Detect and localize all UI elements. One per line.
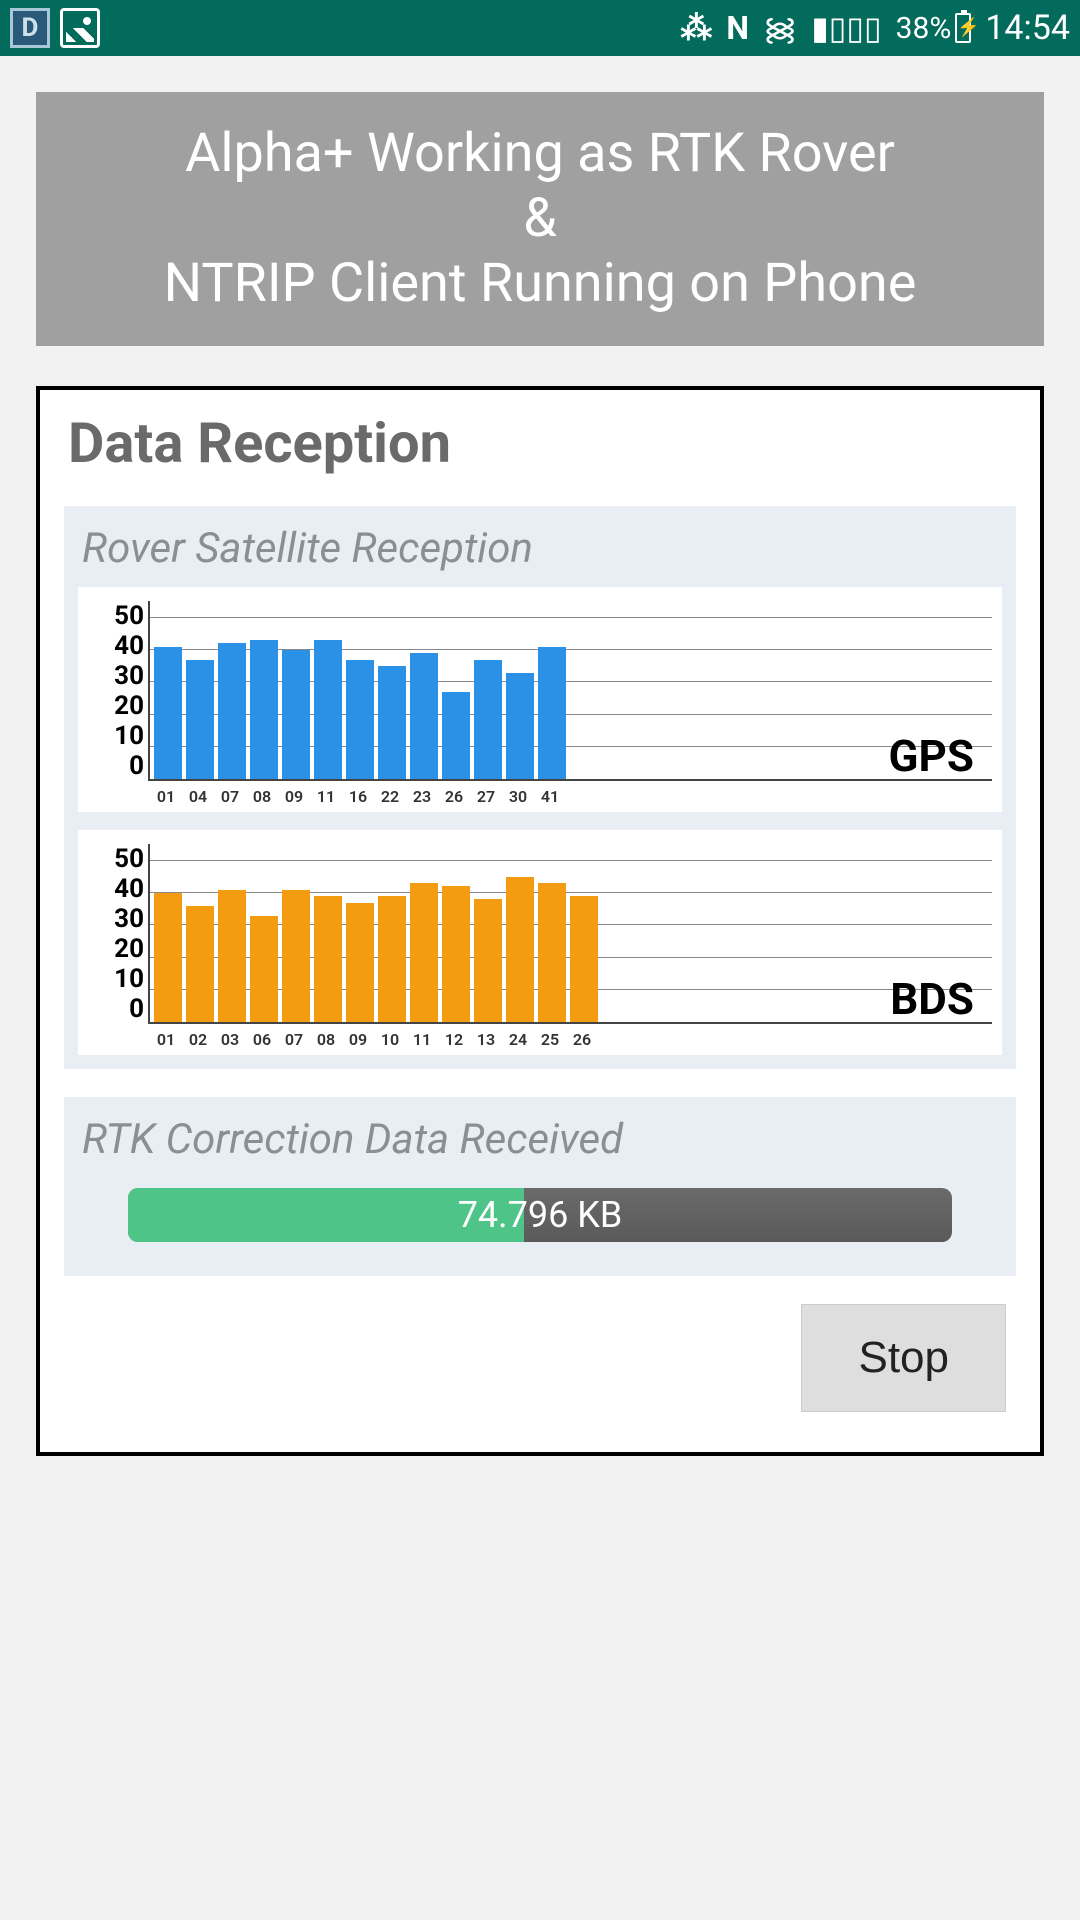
y-tick: 0 [129,994,144,1024]
bar [186,906,214,1023]
bds-chart: 50403020100 0102030607080910111213242526… [78,830,1002,1055]
app-d-icon: D [10,8,50,48]
bar [474,660,502,780]
bar [506,673,534,780]
x-tick: 27 [472,787,500,806]
x-tick: 03 [216,1030,244,1049]
bar [186,660,214,780]
y-tick: 30 [114,661,144,691]
bar [218,643,246,779]
rtk-correction-card: RTK Correction Data Received 74.796 KB [64,1097,1016,1276]
x-tick: 16 [344,787,372,806]
x-tick: 02 [184,1030,212,1049]
x-tick: 22 [376,787,404,806]
title-line-1: Alpha+ Working as RTK Rover [56,122,1024,187]
bar [378,896,406,1022]
y-tick: 50 [114,601,144,631]
bar [442,692,470,779]
bar [314,640,342,779]
bar [410,653,438,779]
bar [154,893,182,1022]
rtk-section-title: RTK Correction Data Received [78,1115,1002,1164]
y-tick: 20 [114,934,144,964]
bar [346,660,374,780]
x-tick: 06 [248,1030,276,1049]
x-tick: 07 [280,1030,308,1049]
x-tick: 10 [376,1030,404,1049]
x-tick: 24 [504,1030,532,1049]
battery-icon [955,13,971,43]
x-tick: 07 [216,787,244,806]
gps-series-label: GPS [889,730,974,782]
title-line-3: NTRIP Client Running on Phone [56,252,1024,317]
x-tick: 13 [472,1030,500,1049]
bar [250,640,278,779]
bar [154,647,182,780]
rtk-progress-value: 74.796 KB [458,1194,623,1236]
bds-series-label: BDS [890,973,974,1025]
x-tick: 01 [152,1030,180,1049]
gallery-icon [60,8,100,48]
x-tick: 41 [536,787,564,806]
bar [378,666,406,779]
bar [474,899,502,1022]
satellite-section-title: Rover Satellite Reception [78,524,1002,573]
bar [506,877,534,1023]
battery-percent: 38% [896,11,952,46]
battery-indicator: 38% [896,11,972,46]
title-line-2: & [56,187,1024,252]
bar [218,890,246,1023]
bar [410,883,438,1022]
x-tick: 09 [344,1030,372,1049]
x-tick: 11 [312,787,340,806]
x-tick: 04 [184,787,212,806]
x-tick: 08 [312,1030,340,1049]
bar [442,886,470,1022]
x-tick: 01 [152,787,180,806]
bar [346,903,374,1023]
y-tick: 30 [114,904,144,934]
cell-signal-icon: ▮▯▯▯ [811,9,881,47]
y-tick: 40 [114,631,144,661]
y-tick: 10 [114,964,144,994]
x-tick: 26 [568,1030,596,1049]
x-tick: 09 [280,787,308,806]
bar [282,890,310,1023]
data-reception-panel: Data Reception Rover Satellite Reception… [36,386,1044,1456]
gps-chart: 50403020100 01040708091116222326273041 G… [78,587,1002,812]
bar [538,647,566,780]
title-card: Alpha+ Working as RTK Rover & NTRIP Clie… [36,92,1044,346]
x-tick: 26 [440,787,468,806]
y-tick: 20 [114,691,144,721]
x-tick: 23 [408,787,436,806]
x-tick: 25 [536,1030,564,1049]
satellite-reception-card: Rover Satellite Reception 50403020100 01… [64,506,1016,1069]
status-bar: D ⁂ N ᯼ ▮▯▯▯ 38% 14:54 [0,0,1080,56]
panel-title: Data Reception [68,410,1016,476]
y-tick: 10 [114,721,144,751]
bar [570,896,598,1022]
wifi-icon: ᯼ [763,7,797,50]
y-tick: 40 [114,874,144,904]
x-tick: 30 [504,787,532,806]
stop-button[interactable]: Stop [801,1304,1006,1412]
rtk-progress-bar: 74.796 KB [128,1188,952,1242]
bar [314,896,342,1022]
y-tick: 50 [114,844,144,874]
x-tick: 08 [248,787,276,806]
x-tick: 11 [408,1030,436,1049]
network-n-icon: N [726,9,749,47]
x-tick: 12 [440,1030,468,1049]
bluetooth-icon: ⁂ [680,9,712,47]
bar [250,916,278,1023]
clock: 14:54 [985,8,1070,48]
bar [282,650,310,779]
bar [538,883,566,1022]
y-tick: 0 [129,751,144,781]
